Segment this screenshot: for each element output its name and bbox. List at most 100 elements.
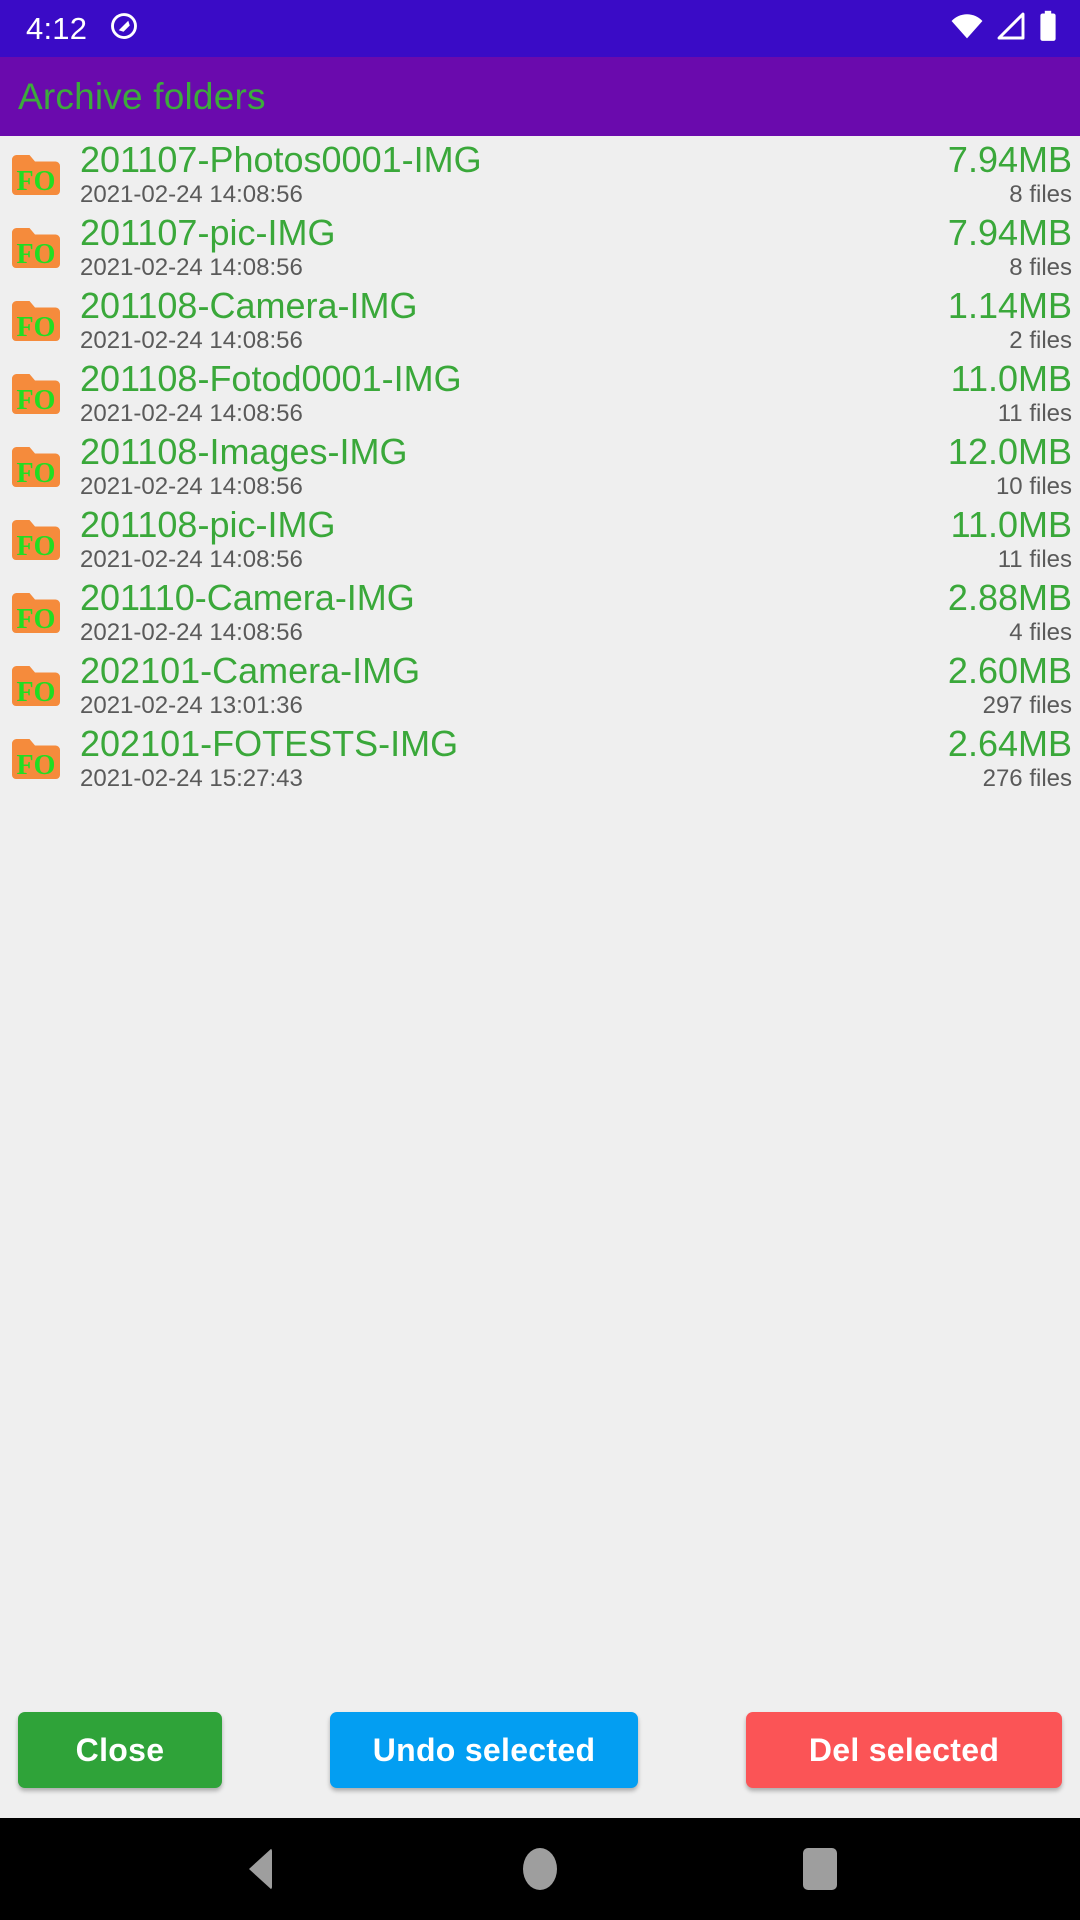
folder-date: 2021-02-24 14:08:56 bbox=[80, 619, 303, 646]
folder-file-count: 8 files bbox=[1009, 181, 1072, 208]
folder-file-count: 11 files bbox=[997, 400, 1072, 427]
folder-stats: 7.94MB 8 files bbox=[938, 138, 1072, 208]
folder-icon: FO bbox=[10, 372, 62, 416]
folder-name: 202101-Camera-IMG bbox=[80, 650, 421, 691]
folder-icon-label: FO bbox=[16, 458, 56, 489]
folder-file-count: 276 files bbox=[982, 765, 1072, 792]
folder-stats: 2.64MB 276 files bbox=[938, 722, 1072, 792]
page-title: Archive folders bbox=[18, 76, 266, 117]
folder-file-count: 10 files bbox=[995, 473, 1072, 500]
folder-info: 201107-Photos0001-IMG 2021-02-24 14:08:56 bbox=[62, 138, 938, 208]
folder-list-item[interactable]: FO 201110-Camera-IMG 2021-02-24 14:08:56 2.… bbox=[0, 576, 1080, 649]
folder-size: 2.88MB bbox=[947, 577, 1072, 618]
folder-name: 201108-Camera-IMG bbox=[80, 285, 418, 326]
status-bar-clock: 4:12 bbox=[26, 11, 88, 46]
status-bar-notification-icons bbox=[109, 11, 139, 46]
home-icon bbox=[523, 1848, 557, 1890]
app-screen: 4:12 Archive folders FO 201107-Photos000… bbox=[0, 0, 1080, 1920]
folder-size: 11.0MB bbox=[950, 504, 1072, 545]
folder-name: 201110-Camera-IMG bbox=[80, 577, 415, 618]
folder-icon-label: FO bbox=[16, 604, 56, 635]
nav-recents-button[interactable] bbox=[760, 1818, 880, 1920]
folder-list[interactable]: FO 201107-Photos0001-IMG 2021-02-24 14:08:… bbox=[0, 136, 1080, 1712]
folder-stats: 11.0MB 11 files bbox=[941, 503, 1072, 573]
folder-file-count: 11 files bbox=[997, 546, 1072, 573]
folder-info: 201108-Fotod0001-IMG 2021-02-24 14:08:56 bbox=[62, 357, 941, 427]
folder-size: 2.64MB bbox=[947, 723, 1072, 764]
battery-full-icon bbox=[1038, 10, 1058, 47]
folder-list-item[interactable]: FO 201108-pic-IMG 2021-02-24 14:08:56 11.0M… bbox=[0, 503, 1080, 576]
folder-stats: 1.14MB 2 files bbox=[938, 284, 1072, 354]
folder-icon-label: FO bbox=[16, 750, 56, 781]
folder-size: 7.94MB bbox=[947, 139, 1072, 180]
folder-icon-label: FO bbox=[16, 531, 56, 562]
back-icon bbox=[248, 1848, 272, 1890]
folder-date: 2021-02-24 14:08:56 bbox=[80, 181, 303, 208]
folder-name: 201108-pic-IMG bbox=[80, 504, 336, 545]
folder-icon-label: FO bbox=[16, 239, 56, 270]
folder-stats: 7.94MB 8 files bbox=[938, 211, 1072, 281]
folder-file-count: 2 files bbox=[1009, 327, 1072, 354]
folder-size: 12.0MB bbox=[947, 431, 1072, 472]
folder-name: 202101-FOTESTS-IMG bbox=[80, 723, 459, 764]
folder-icon: FO bbox=[10, 226, 62, 270]
folder-list-item[interactable]: FO 201108-Fotod0001-IMG 2021-02-24 14:08:5… bbox=[0, 357, 1080, 430]
folder-icon: FO bbox=[10, 299, 62, 343]
folder-stats: 11.0MB 11 files bbox=[941, 357, 1072, 427]
folder-date: 2021-02-24 13:01:36 bbox=[80, 692, 303, 719]
folder-name: 201108-Fotod0001-IMG bbox=[80, 358, 462, 399]
folder-size: 7.94MB bbox=[947, 212, 1072, 253]
folder-info: 202101-FOTESTS-IMG 2021-02-24 15:27:43 bbox=[62, 722, 938, 792]
wifi-icon bbox=[950, 11, 984, 46]
folder-icon: FO bbox=[10, 737, 62, 781]
folder-icon: FO bbox=[10, 664, 62, 708]
folder-info: 201108-Images-IMG 2021-02-24 14:08:56 bbox=[62, 430, 938, 500]
folder-info: 201108-pic-IMG 2021-02-24 14:08:56 bbox=[62, 503, 941, 573]
folder-icon-label: FO bbox=[16, 677, 56, 708]
recents-icon bbox=[803, 1848, 837, 1890]
cellular-signal-icon bbox=[995, 11, 1027, 46]
folder-icon-label: FO bbox=[16, 166, 56, 197]
folder-date: 2021-02-24 14:08:56 bbox=[80, 473, 303, 500]
action-button-bar: Close Undo selected Del selected bbox=[0, 1712, 1080, 1818]
undo-selected-button[interactable]: Undo selected bbox=[330, 1712, 638, 1788]
folder-info: 202101-Camera-IMG 2021-02-24 13:01:36 bbox=[62, 649, 938, 719]
folder-icon: FO bbox=[10, 445, 62, 489]
folder-file-count: 297 files bbox=[982, 692, 1072, 719]
folder-icon-label: FO bbox=[16, 385, 56, 416]
folder-list-item[interactable]: FO 201107-pic-IMG 2021-02-24 14:08:56 7.94M… bbox=[0, 211, 1080, 284]
folder-list-item[interactable]: FO 201108-Camera-IMG 2021-02-24 14:08:56 1.… bbox=[0, 284, 1080, 357]
folder-size: 11.0MB bbox=[950, 358, 1072, 399]
folder-list-item[interactable]: FO 202101-FOTESTS-IMG 2021-02-24 15:27:43 2… bbox=[0, 722, 1080, 795]
android-navigation-bar bbox=[0, 1818, 1080, 1920]
nav-back-button[interactable] bbox=[200, 1818, 320, 1920]
folder-info: 201107-pic-IMG 2021-02-24 14:08:56 bbox=[62, 211, 938, 281]
folder-date: 2021-02-24 14:08:56 bbox=[80, 327, 303, 354]
folder-info: 201108-Camera-IMG 2021-02-24 14:08:56 bbox=[62, 284, 938, 354]
folder-name: 201107-pic-IMG bbox=[80, 212, 336, 253]
folder-size: 2.60MB bbox=[947, 650, 1072, 691]
folder-date: 2021-02-24 14:08:56 bbox=[80, 254, 303, 281]
folder-list-item[interactable]: FO 201107-Photos0001-IMG 2021-02-24 14:08:… bbox=[0, 138, 1080, 211]
folder-file-count: 4 files bbox=[1009, 619, 1072, 646]
folder-list-item[interactable]: FO 202101-Camera-IMG 2021-02-24 13:01:36 2.… bbox=[0, 649, 1080, 722]
status-bar-system-icons bbox=[950, 10, 1058, 47]
folder-icon-label: FO bbox=[16, 312, 56, 343]
folder-stats: 12.0MB 10 files bbox=[938, 430, 1072, 500]
close-button[interactable]: Close bbox=[18, 1712, 222, 1788]
folder-size: 1.14MB bbox=[947, 285, 1072, 326]
folder-info: 201110-Camera-IMG 2021-02-24 14:08:56 bbox=[62, 576, 938, 646]
android-q-logo-icon bbox=[109, 11, 139, 46]
folder-icon: FO bbox=[10, 518, 62, 562]
folder-date: 2021-02-24 15:27:43 bbox=[80, 765, 303, 792]
folder-date: 2021-02-24 14:08:56 bbox=[80, 400, 303, 427]
nav-home-button[interactable] bbox=[480, 1818, 600, 1920]
folder-file-count: 8 files bbox=[1009, 254, 1072, 281]
del-selected-button[interactable]: Del selected bbox=[746, 1712, 1062, 1788]
folder-icon: FO bbox=[10, 591, 62, 635]
folder-stats: 2.60MB 297 files bbox=[938, 649, 1072, 719]
folder-stats: 2.88MB 4 files bbox=[938, 576, 1072, 646]
folder-name: 201108-Images-IMG bbox=[80, 431, 408, 472]
folder-list-item[interactable]: FO 201108-Images-IMG 2021-02-24 14:08:56 12… bbox=[0, 430, 1080, 503]
folder-name: 201107-Photos0001-IMG bbox=[80, 139, 482, 180]
